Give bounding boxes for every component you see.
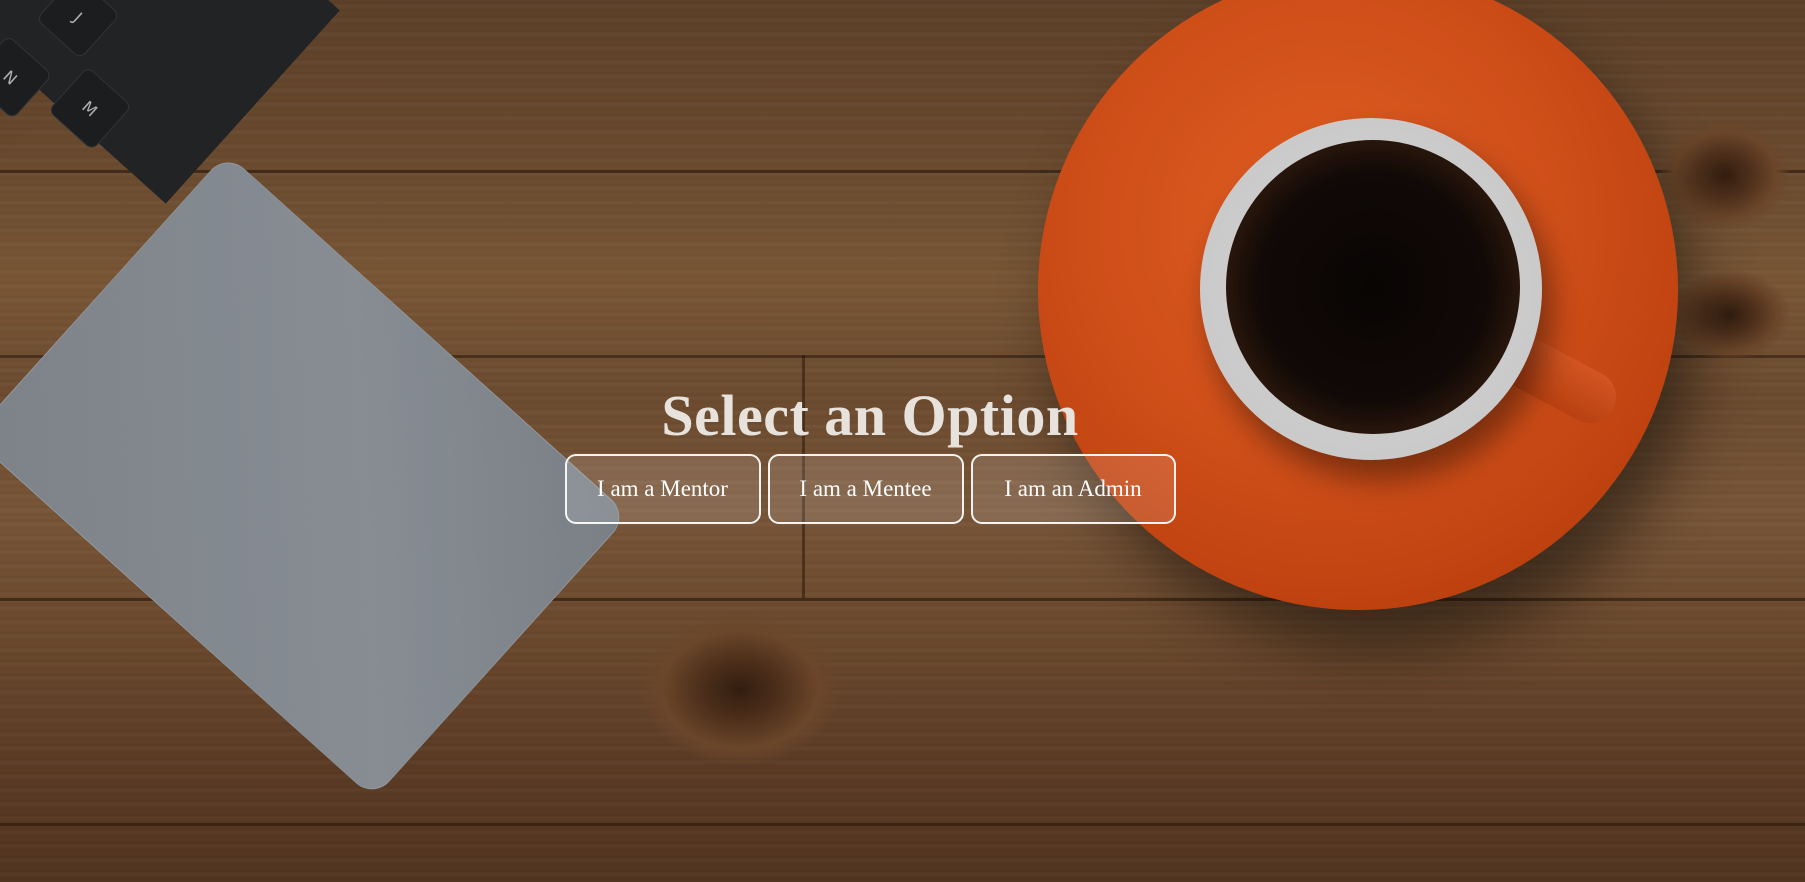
mentor-button[interactable]: I am a Mentor	[564, 454, 761, 524]
admin-button[interactable]: I am an Admin	[970, 454, 1176, 524]
mentee-button[interactable]: I am a Mentee	[767, 454, 964, 524]
option-selector: Select an Option I am a Mentor I am a Me…	[0, 380, 1740, 524]
page-title: Select an Option	[661, 383, 1079, 448]
option-button-row: I am a Mentor I am a Mentee I am an Admi…	[0, 454, 1740, 524]
